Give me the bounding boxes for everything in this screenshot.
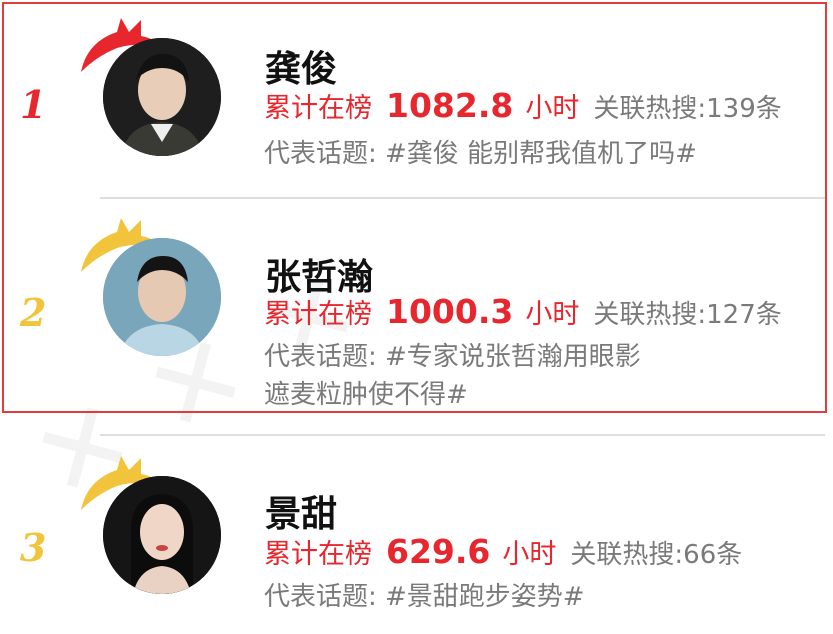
- rank-number: 2: [20, 290, 47, 335]
- hours-value: 1000.3: [386, 292, 514, 331]
- related-count: 关联热搜:139条: [593, 94, 782, 124]
- rank-number: 1: [20, 82, 47, 127]
- related-count: 关联热搜:127条: [593, 300, 782, 330]
- stat-label: 累计在榜: [264, 299, 372, 330]
- avatar-image: [103, 238, 221, 356]
- topic-text[interactable]: 代表话题: #景甜跑步姿势#: [264, 578, 814, 616]
- rank-number: 3: [20, 525, 47, 570]
- avatar[interactable]: [81, 218, 225, 362]
- stat-label: 累计在榜: [264, 539, 372, 570]
- hours-value: 629.6: [386, 532, 491, 571]
- list-item[interactable]: 3 景甜 累计在榜 629.6 小时 关联热搜:66条 代表话题: #景甜跑步姿…: [0, 440, 833, 634]
- person-name[interactable]: 景甜: [265, 485, 337, 537]
- related-count: 关联热搜:66条: [570, 540, 743, 570]
- avatar-image: [103, 476, 221, 594]
- topic-text[interactable]: 代表话题: #龚俊 能别帮我值机了吗#: [264, 135, 814, 173]
- hours-unit: 小时: [525, 93, 580, 124]
- hours-value: 1082.8: [386, 86, 514, 125]
- stat-label: 累计在榜: [264, 93, 372, 124]
- list-item[interactable]: 1 龚俊 累计在榜 1082.8 小时 关联热搜:139条 代表话题: #龚俊 …: [0, 0, 833, 200]
- hours-unit: 小时: [502, 539, 557, 570]
- stats-line: 累计在榜 1000.3 小时 关联热搜:127条: [264, 292, 782, 331]
- topic-text[interactable]: 代表话题: #专家说张哲瀚用眼影遮麦粒肿使不得#: [264, 338, 664, 414]
- entry-divider: [100, 434, 825, 436]
- stats-line: 累计在榜 1082.8 小时 关联热搜:139条: [264, 86, 782, 125]
- stats-line: 累计在榜 629.6 小时 关联热搜:66条: [264, 532, 742, 571]
- list-item[interactable]: 2 张哲瀚 累计在榜 1000.3 小时 关联热搜:127条 代表话题: #专家…: [0, 200, 833, 414]
- avatar-image: [103, 38, 221, 156]
- avatar[interactable]: [81, 18, 225, 162]
- person-name[interactable]: 龚俊: [265, 40, 337, 92]
- avatar[interactable]: [81, 456, 225, 600]
- hours-unit: 小时: [525, 299, 580, 330]
